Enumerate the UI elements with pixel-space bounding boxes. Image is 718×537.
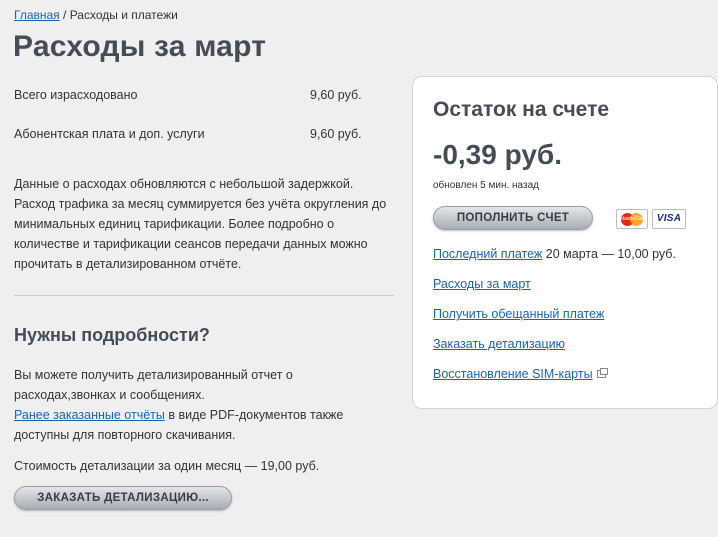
- external-window-icon: [596, 368, 608, 378]
- summary-label: Всего израсходовано: [14, 88, 138, 102]
- breadcrumb-home-link[interactable]: Главная: [14, 8, 60, 22]
- card-link-row: Восстановление SIM-карты: [433, 367, 608, 381]
- balance-card-title: Остаток на счете: [433, 98, 610, 121]
- summary-row-subscription: Абонентская плата и доп. услуги 9,60 руб…: [14, 127, 364, 141]
- details-cost: Стоимость детализации за один месяц — 19…: [14, 459, 320, 473]
- summary-value: 9,60 руб.: [310, 127, 362, 141]
- sim-recovery-link[interactable]: Восстановление SIM-карты: [433, 367, 593, 381]
- last-payment-text: 20 марта — 10,00 руб.: [542, 247, 676, 261]
- card-link-row: Получить обещанный платеж: [433, 307, 604, 321]
- breadcrumb: Главная / Расходы и платежи: [14, 8, 178, 22]
- details-text-before: Вы можете получить детализированный отче…: [14, 368, 293, 402]
- details-title: Нужны подробности?: [14, 325, 210, 345]
- promised-payment-link[interactable]: Получить обещанный платеж: [433, 307, 604, 321]
- card-link-row: Расходы за март: [433, 277, 531, 291]
- details-text: Вы можете получить детализированный отче…: [14, 365, 389, 445]
- card-link-row: Заказать детализацию: [433, 337, 565, 351]
- divider: [14, 295, 394, 296]
- update-notice: Данные о расходах обновляются с небольшо…: [14, 177, 387, 271]
- last-payment-row: Последний платеж 20 марта — 10,00 руб.: [433, 247, 676, 261]
- mastercard-icon: MasterCard: [616, 209, 648, 229]
- mastercard-label: MasterCard: [619, 216, 647, 222]
- previous-reports-link[interactable]: Ранее заказанные отчёты: [14, 408, 165, 422]
- balance-amount: -0,39 руб.: [433, 139, 562, 170]
- balance-card: Остаток на счете -0,39 руб. обновлен 5 м…: [412, 76, 718, 409]
- summary-label: Абонентская плата и доп. услуги: [14, 127, 205, 141]
- balance-updated: обновлен 5 мин. назад: [433, 180, 539, 191]
- visa-icon: VISA: [652, 209, 686, 229]
- page-title: Расходы за март: [13, 30, 267, 63]
- order-details-link[interactable]: Заказать детализацию: [433, 337, 565, 351]
- expenses-link[interactable]: Расходы за март: [433, 277, 531, 291]
- topup-button[interactable]: ПОПОЛНИТЬ СЧЕТ: [433, 206, 593, 230]
- breadcrumb-current: Расходы и платежи: [69, 8, 178, 22]
- summary-value: 9,60 руб.: [310, 88, 362, 102]
- summary-row-total: Всего израсходовано 9,60 руб.: [14, 88, 364, 102]
- order-details-button[interactable]: ЗАКАЗАТЬ ДЕТАЛИЗАЦИЮ...: [14, 486, 232, 510]
- breadcrumb-separator: /: [59, 8, 70, 22]
- last-payment-link[interactable]: Последний платеж: [433, 247, 542, 261]
